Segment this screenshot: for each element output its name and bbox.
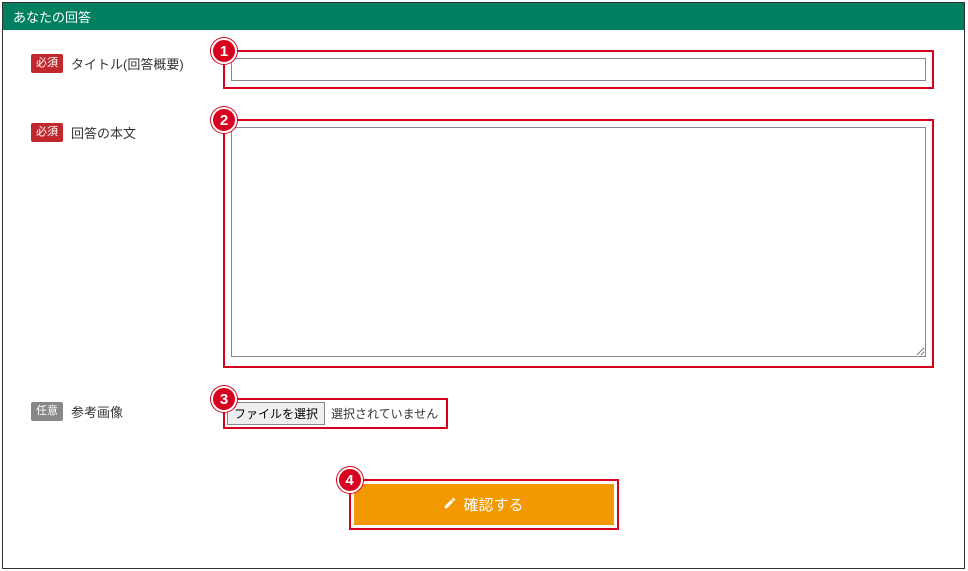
- confirm-button[interactable]: 確認する: [354, 484, 614, 525]
- body-row: 必須 回答の本文 2: [13, 119, 954, 368]
- title-input[interactable]: [231, 58, 926, 81]
- answer-form-container: あなたの回答 必須 タイトル(回答概要) 1 必須 回答の本文 2: [2, 2, 965, 569]
- body-textarea[interactable]: [231, 127, 926, 357]
- image-label-col: 任意 参考画像: [13, 398, 223, 421]
- title-row: 必須 タイトル(回答概要) 1: [13, 50, 954, 89]
- image-label: 参考画像: [71, 402, 123, 421]
- title-label: タイトル(回答概要): [71, 54, 184, 73]
- callout-1: 1: [211, 38, 237, 64]
- submit-highlight: 4 確認する: [349, 479, 619, 530]
- title-highlight: 1: [223, 50, 934, 89]
- pencil-icon: [443, 496, 457, 514]
- image-input-col: 3 ファイルを選択 選択されていません: [223, 398, 954, 429]
- body-label: 回答の本文: [71, 123, 136, 142]
- confirm-button-label: 確認する: [463, 494, 523, 515]
- file-select-button[interactable]: ファイルを選択: [227, 402, 325, 425]
- optional-badge: 任意: [31, 402, 63, 420]
- file-status-text: 選択されていません: [325, 405, 444, 422]
- required-badge: 必須: [31, 54, 63, 72]
- form-title: あなたの回答: [13, 10, 91, 25]
- form-header: あなたの回答: [3, 3, 964, 30]
- callout-2: 2: [211, 107, 237, 133]
- required-badge: 必須: [31, 123, 63, 141]
- callout-3: 3: [211, 386, 237, 412]
- image-row: 任意 参考画像 3 ファイルを選択 選択されていません: [13, 398, 954, 429]
- callout-4: 4: [337, 467, 363, 493]
- title-label-col: 必須 タイトル(回答概要): [13, 50, 223, 73]
- title-input-col: 1: [223, 50, 954, 89]
- body-label-col: 必須 回答の本文: [13, 119, 223, 142]
- submit-row: 4 確認する: [13, 479, 954, 530]
- form-body: 必須 タイトル(回答概要) 1 必須 回答の本文 2: [3, 30, 964, 540]
- image-highlight: 3 ファイルを選択 選択されていません: [223, 398, 448, 429]
- body-highlight: 2: [223, 119, 934, 368]
- body-input-col: 2: [223, 119, 954, 368]
